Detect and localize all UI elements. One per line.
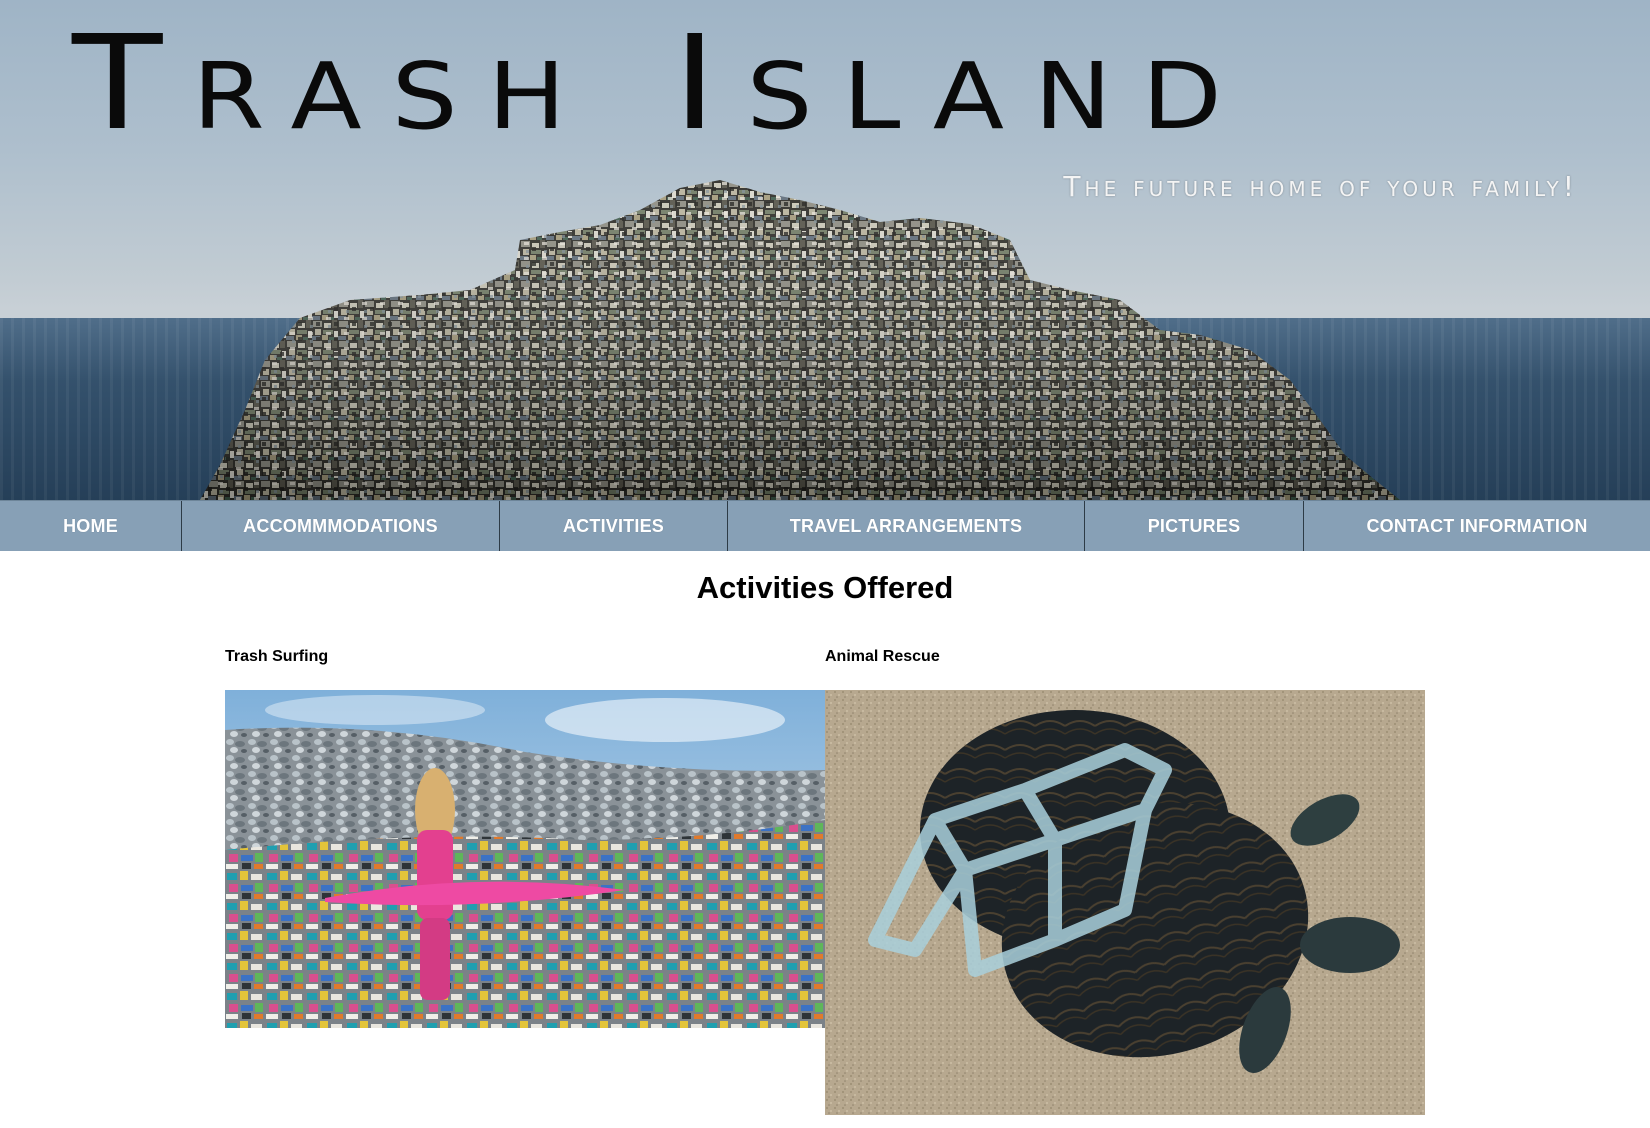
page-heading: Activities Offered xyxy=(696,570,954,605)
nav-item-travel-arrangements[interactable]: TRAVEL ARRANGEMENTS xyxy=(728,501,1085,551)
activity-title-animal-rescue: Animal Rescue xyxy=(825,648,940,665)
trash-surfing-photo xyxy=(225,690,825,1028)
nav-item-activities[interactable]: ACTIVITIES xyxy=(500,501,728,551)
header-banner: Trash Island The future home of your fam… xyxy=(0,0,1650,500)
nav-item-home[interactable]: HOME xyxy=(0,501,182,551)
nav-item-contact-information[interactable]: CONTACT INFORMATION xyxy=(1304,501,1650,551)
main-navigation: HOME ACCOMMMODATIONS ACTIVITIES TRAVEL A… xyxy=(0,500,1650,551)
activity-title-trash-surfing: Trash Surfing xyxy=(225,648,329,665)
site-title: Trash Island xyxy=(72,7,1252,159)
animal-rescue-photo xyxy=(825,690,1425,1115)
nav-item-pictures[interactable]: PICTURES xyxy=(1085,501,1304,551)
page: Trash Island The future home of your fam… xyxy=(0,0,1650,1128)
nav-item-accommodations[interactable]: ACCOMMMODATIONS xyxy=(182,501,500,551)
site-tagline: The future home of your family! xyxy=(1063,170,1578,203)
